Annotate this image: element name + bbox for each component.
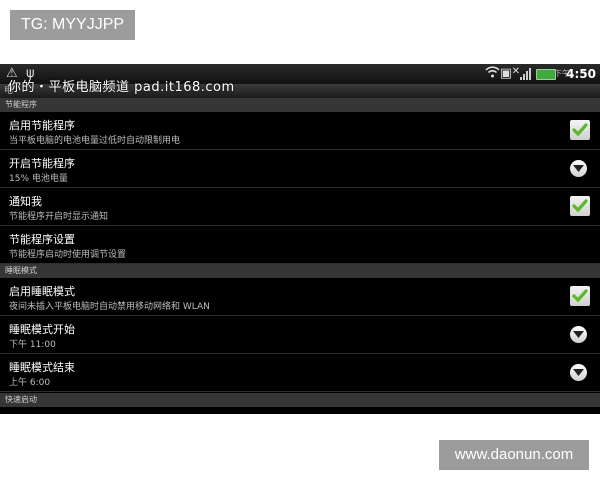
watermark-top: TG: MYYJJPP bbox=[10, 10, 135, 40]
section-header-power-saver: 节能程序 bbox=[0, 98, 600, 112]
signal-icon bbox=[520, 67, 534, 80]
section-header-quick-boot: 快速启动 bbox=[0, 393, 600, 407]
setting-row-power-saver-settings[interactable]: 节能程序设置 节能程序启动时使用调节设置 bbox=[0, 226, 600, 264]
setting-summary: 节能程序开启时显示通知 bbox=[9, 212, 109, 222]
checkbox-checked-icon[interactable] bbox=[570, 196, 590, 216]
setting-row-start-power-saver[interactable]: 开启节能程序 15% 电池电量 bbox=[0, 150, 600, 188]
setting-row-sleep-end[interactable]: 睡眠模式结束 上午 6:00 bbox=[0, 354, 600, 392]
setting-title: 启用节能程序 bbox=[9, 119, 75, 132]
setting-row-enable-power-saver[interactable]: 启用节能程序 当平板电脑的电池电量过低时自动限制用电 bbox=[0, 112, 600, 150]
no-signal-icon: ✕ bbox=[511, 66, 520, 77]
watermark-bottom: www.daonun.com bbox=[439, 440, 589, 470]
setting-row-enable-sleep-mode[interactable]: 启用睡眠模式 夜间未插入平板电脑时自动禁用移动网络和 WLAN bbox=[0, 278, 600, 316]
dropdown-arrow-icon[interactable] bbox=[570, 160, 587, 177]
setting-summary: 上午 6:00 bbox=[9, 378, 51, 388]
setting-title: 通知我 bbox=[9, 195, 42, 208]
setting-summary: 夜间未插入平板电脑时自动禁用移动网络和 WLAN bbox=[9, 302, 210, 312]
setting-summary: 下午 11:00 bbox=[9, 340, 56, 350]
wifi-icon bbox=[485, 66, 500, 83]
battery-icon bbox=[536, 69, 556, 80]
setting-title: 睡眠模式开始 bbox=[9, 323, 75, 336]
tablet-screen: ⚠ ψ ▣ ✕ 下午 4:50 电 节能程序 启用节能程序 当平板电脑的电池电量… bbox=[0, 64, 600, 414]
setting-title: 节能程序设置 bbox=[9, 233, 75, 246]
setting-summary: 当平板电脑的电池电量过低时自动限制用电 bbox=[9, 136, 181, 146]
setting-title: 启用睡眠模式 bbox=[9, 285, 75, 298]
sync-icon: ▣ bbox=[499, 66, 512, 81]
setting-row-sleep-start[interactable]: 睡眠模式开始 下午 11:00 bbox=[0, 316, 600, 354]
status-time: 4:50 bbox=[566, 67, 596, 81]
overlay-site-title: 你的・平板电脑频道 pad.it168.com bbox=[8, 80, 235, 95]
checkbox-checked-icon[interactable] bbox=[570, 120, 590, 140]
checkbox-checked-icon[interactable] bbox=[570, 286, 590, 306]
setting-title: 开启节能程序 bbox=[9, 157, 75, 170]
dropdown-arrow-icon[interactable] bbox=[570, 326, 587, 343]
dropdown-arrow-icon[interactable] bbox=[570, 364, 587, 381]
section-header-sleep-mode: 睡眠模式 bbox=[0, 264, 600, 278]
setting-summary: 15% 电池电量 bbox=[9, 174, 68, 184]
setting-title: 睡眠模式结束 bbox=[9, 361, 75, 374]
setting-row-notify-me[interactable]: 通知我 节能程序开启时显示通知 bbox=[0, 188, 600, 226]
setting-summary: 节能程序启动时使用调节设置 bbox=[9, 250, 127, 260]
